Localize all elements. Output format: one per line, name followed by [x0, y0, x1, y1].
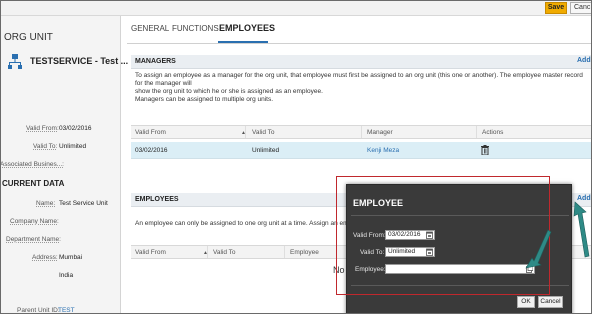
org-unit-header: ORG UNIT: [4, 32, 53, 43]
trash-icon[interactable]: [481, 145, 489, 155]
associated-business-label: Associated Busines...:: [0, 161, 64, 168]
address-line1: Mumbai: [59, 254, 83, 261]
current-data-heading: CURRENT DATA: [2, 179, 65, 188]
cancel-button[interactable]: Canc: [570, 2, 592, 14]
column-separator: [245, 126, 246, 138]
column-separator: [361, 126, 362, 138]
annotation-arrow-icon: [525, 229, 552, 269]
column-separator: [284, 246, 285, 258]
column-separator: [207, 246, 208, 258]
row-valid-from: 03/02/2016: [135, 147, 168, 154]
company-name-label: Company Name:: [10, 218, 59, 225]
tab-general[interactable]: GENERAL: [131, 24, 169, 33]
column-header-actions: Actions: [482, 129, 504, 136]
valid-from-value: 03/02/2016: [59, 125, 92, 132]
valid-from-label: Valid From:: [26, 125, 59, 132]
address-line2: India: [59, 272, 74, 279]
column-header-manager[interactable]: Manager: [367, 129, 393, 136]
top-toolbar: Save Canc: [0, 0, 592, 16]
parent-unit-label: Parent Unit ID:: [17, 307, 60, 314]
department-name-label: Department Name:: [6, 236, 61, 243]
managers-title: MANAGERS: [135, 58, 176, 65]
annotation-arrow-icon: [573, 201, 590, 258]
address-label: Address:: [32, 254, 58, 261]
column-header-valid-to[interactable]: Valid To: [213, 249, 236, 256]
name-value: Test Service Unit: [59, 200, 108, 207]
parent-unit-link[interactable]: TEST: [58, 307, 75, 314]
tabs-divider: [127, 43, 592, 44]
column-separator: [476, 126, 477, 138]
save-button[interactable]: Save: [545, 2, 567, 14]
column-header-employee[interactable]: Employee: [290, 249, 319, 256]
row-manager-link[interactable]: Kenji Meza: [367, 147, 399, 154]
column-header-valid-from[interactable]: Valid From: [135, 129, 166, 136]
org-unit-title: TESTSERVICE - Test ...: [30, 56, 129, 66]
managers-desc-line3: Managers can be assigned to multiple org…: [135, 96, 274, 103]
managers-desc-line1: To assign an employee as a manager for t…: [135, 72, 583, 87]
add-manager-link[interactable]: Add: [577, 57, 591, 64]
managers-section-header: MANAGERS: [131, 55, 592, 69]
managers-description: To assign an employee as a manager for t…: [135, 72, 589, 104]
tab-employees[interactable]: EMPLOYEES: [219, 23, 275, 33]
org-structure-icon: [8, 54, 22, 69]
row-valid-to: Unlimited: [252, 147, 280, 154]
column-header-valid-to[interactable]: Valid To: [252, 129, 275, 136]
employees-description: An employee can only be assigned to one …: [135, 220, 365, 227]
ok-button[interactable]: OK: [517, 296, 535, 308]
column-header-valid-from[interactable]: Valid From: [135, 249, 166, 256]
highlight-box: [336, 176, 550, 295]
dialog-cancel-button[interactable]: Cancel: [538, 296, 563, 308]
valid-to-label: Valid To:: [33, 143, 58, 150]
valid-to-value: Unlimited: [59, 143, 87, 150]
managers-table-header: Valid From ▲ Valid To Manager Actions: [131, 125, 592, 139]
employees-title: EMPLOYEES: [135, 196, 179, 203]
table-row[interactable]: 03/02/2016 Unlimited Kenji Meza: [131, 142, 592, 159]
managers-desc-line2: show the org unit to which he or she is …: [135, 88, 323, 95]
tab-functions[interactable]: FUNCTIONS: [172, 24, 219, 33]
name-label: Name:: [36, 200, 56, 207]
